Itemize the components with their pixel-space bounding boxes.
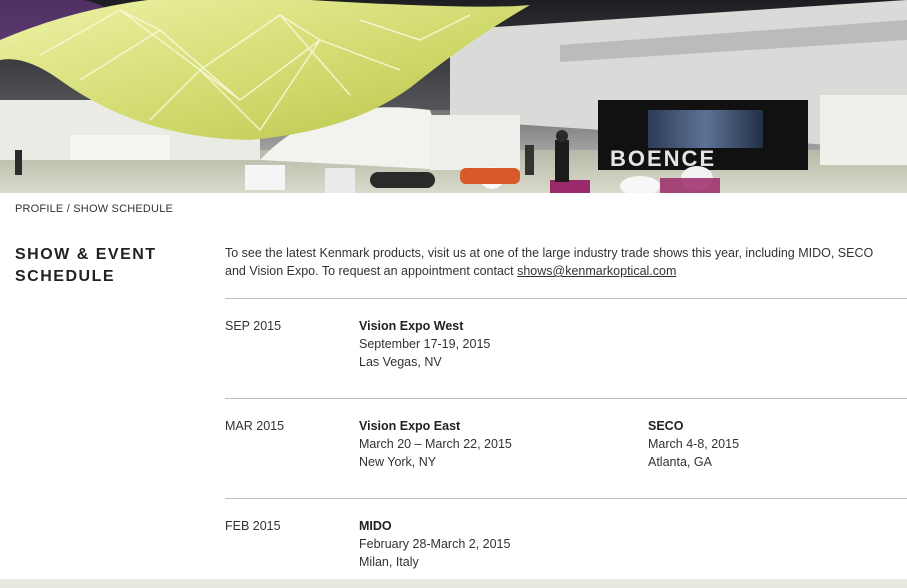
event-location: Atlanta, GA	[648, 455, 712, 469]
breadcrumb-separator: /	[66, 203, 70, 215]
hero-image: BOENCE	[0, 0, 907, 193]
footer-band	[0, 579, 907, 588]
event-location: Milan, Italy	[359, 555, 419, 569]
divider	[225, 498, 907, 499]
event-entry: SECO March 4-8, 2015 Atlanta, GA	[648, 417, 898, 471]
contact-email-link[interactable]: shows@kenmarkoptical.com	[517, 264, 676, 278]
event-name: MIDO	[359, 519, 392, 533]
event-dates: March 4-8, 2015	[648, 437, 740, 451]
event-entry: Vision Expo West September 17-19, 2015 L…	[359, 317, 619, 371]
trade-show-booth-illustration: BOENCE	[0, 0, 907, 193]
event-dates: March 20 – March 22, 2015	[359, 437, 512, 451]
divider	[225, 298, 907, 299]
event-name: Vision Expo West	[359, 319, 464, 333]
breadcrumb: PROFILE / SHOW SCHEDULE	[15, 203, 173, 215]
page-title: SHOW & EVENT SCHEDULE	[15, 246, 157, 285]
breadcrumb-profile-link[interactable]: PROFILE	[15, 203, 63, 215]
event-dates: September 17-19, 2015	[359, 337, 491, 351]
schedule-date: SEP 2015	[225, 319, 282, 333]
schedule-date: FEB 2015	[225, 519, 281, 533]
event-entry: MIDO February 28-March 2, 2015 Milan, It…	[359, 517, 629, 571]
divider	[225, 398, 907, 399]
intro-paragraph: To see the latest Kenmark products, visi…	[225, 244, 897, 280]
event-location: Las Vegas, NV	[359, 355, 442, 369]
event-location: New York, NY	[359, 455, 437, 469]
event-name: SECO	[648, 419, 684, 433]
breadcrumb-current: SHOW SCHEDULE	[73, 203, 174, 215]
schedule-date: MAR 2015	[225, 419, 285, 433]
event-dates: February 28-March 2, 2015	[359, 537, 511, 551]
event-entry: Vision Expo East March 20 – March 22, 20…	[359, 417, 629, 471]
event-name: Vision Expo East	[359, 419, 461, 433]
